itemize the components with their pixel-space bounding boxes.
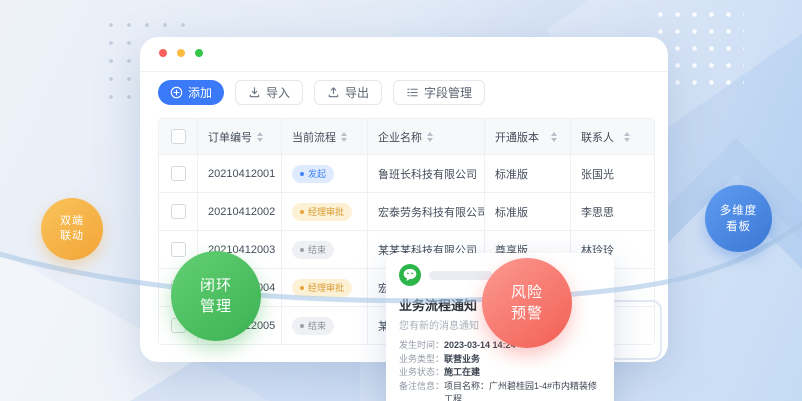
status-dot-icon bbox=[300, 210, 304, 214]
window-titlebar bbox=[159, 49, 203, 57]
select-all-cell bbox=[159, 119, 198, 154]
flow-cell: 结束 bbox=[282, 307, 368, 344]
list-icon bbox=[406, 86, 419, 99]
field-row-remark: 备注信息： 项目名称：广州碧桂园1-4#市内精装修工程 合同名称：广州碧桂园1-… bbox=[399, 380, 601, 401]
status-dot-icon bbox=[300, 172, 304, 176]
order-no-cell: 20210412002 bbox=[198, 193, 282, 230]
marketing-scene: 添加 导入 导出 字段管理 订单编号 当前流程 企业名称 开通版本 bbox=[0, 0, 802, 401]
table-row[interactable]: 20210412001 发起 鲁班长科技有限公司 标准版 张国光 bbox=[159, 155, 654, 193]
status-dot-icon bbox=[300, 324, 304, 328]
titlebar-divider bbox=[140, 71, 668, 72]
flow-status-badge: 经理审批 bbox=[292, 203, 352, 221]
feature-badge-dual-end-linkage: 双端 联动 bbox=[41, 198, 103, 260]
company-cell: 鲁班长科技有限公司 bbox=[368, 155, 485, 192]
flow-cell: 经理审批 bbox=[282, 193, 368, 230]
header-company-name[interactable]: 企业名称 bbox=[368, 119, 485, 154]
add-button[interactable]: 添加 bbox=[158, 80, 224, 105]
order-no-cell: 20210412001 bbox=[198, 155, 282, 192]
version-cell: 标准版 bbox=[485, 193, 571, 230]
header-current-flow[interactable]: 当前流程 bbox=[282, 119, 368, 154]
notification-fields: 发生时间： 2023-03-14 14:24 业务类型： 联营业务 业务状态： … bbox=[399, 339, 601, 401]
import-button-label: 导入 bbox=[266, 84, 290, 101]
feature-badge-closed-loop-management: 闭环 管理 bbox=[171, 251, 261, 341]
field-management-button-label: 字段管理 bbox=[424, 84, 472, 101]
status-dot-icon bbox=[300, 248, 304, 252]
window-minimize-button[interactable] bbox=[177, 49, 185, 57]
sort-icon bbox=[551, 132, 557, 142]
flow-cell: 结束 bbox=[282, 231, 368, 268]
company-cell: 宏泰劳务科技有限公司 bbox=[368, 193, 485, 230]
feature-badge-risk-warning: 风险 预警 bbox=[482, 258, 572, 348]
window-close-button[interactable] bbox=[159, 49, 167, 57]
row-checkbox[interactable] bbox=[171, 166, 186, 181]
flow-status-badge: 结束 bbox=[292, 241, 334, 259]
header-order-no[interactable]: 订单编号 bbox=[198, 119, 282, 154]
toolbar: 添加 导入 导出 字段管理 bbox=[158, 80, 485, 105]
plus-circle-icon bbox=[170, 86, 183, 99]
flow-status-badge: 结束 bbox=[292, 317, 334, 335]
status-dot-icon bbox=[300, 286, 304, 290]
contact-cell: 张国光 bbox=[571, 155, 654, 192]
feature-badge-multidimensional-dashboard: 多维度 看板 bbox=[705, 185, 772, 252]
table-header-row: 订单编号 当前流程 企业名称 开通版本 联系人 bbox=[159, 119, 654, 155]
add-button-label: 添加 bbox=[188, 84, 212, 101]
flow-cell: 发起 bbox=[282, 155, 368, 192]
export-icon bbox=[327, 86, 340, 99]
row-checkbox[interactable] bbox=[171, 242, 186, 257]
export-button-label: 导出 bbox=[345, 84, 369, 101]
flow-cell: 经理审批 bbox=[282, 269, 368, 306]
sort-icon bbox=[624, 132, 630, 142]
flow-status-badge: 发起 bbox=[292, 165, 334, 183]
sort-icon bbox=[257, 132, 263, 142]
select-all-checkbox[interactable] bbox=[171, 129, 186, 144]
contact-cell: 李思思 bbox=[571, 193, 654, 230]
import-button[interactable]: 导入 bbox=[235, 80, 303, 105]
field-row-status: 业务状态： 施工在建 bbox=[399, 366, 601, 380]
import-icon bbox=[248, 86, 261, 99]
window-zoom-button[interactable] bbox=[195, 49, 203, 57]
row-select-cell bbox=[159, 193, 198, 230]
header-contact[interactable]: 联系人 bbox=[571, 119, 654, 154]
field-row-type: 业务类型： 联营业务 bbox=[399, 353, 601, 367]
row-select-cell bbox=[159, 155, 198, 192]
remark-lines: 项目名称：广州碧桂园1-4#市内精装修工程 合同名称：广州碧桂园1-4#市内精装… bbox=[444, 380, 601, 401]
field-row-time: 发生时间： 2023-03-14 14:24 bbox=[399, 339, 601, 353]
sender-placeholder-bar bbox=[429, 271, 493, 280]
field-management-button[interactable]: 字段管理 bbox=[393, 80, 485, 105]
sort-icon bbox=[427, 132, 433, 142]
row-checkbox[interactable] bbox=[171, 204, 186, 219]
wechat-icon bbox=[399, 264, 421, 286]
export-button[interactable]: 导出 bbox=[314, 80, 382, 105]
version-cell: 标准版 bbox=[485, 155, 571, 192]
header-version[interactable]: 开通版本 bbox=[485, 119, 571, 154]
table-row[interactable]: 20210412002 经理审批 宏泰劳务科技有限公司 标准版 李思思 bbox=[159, 193, 654, 231]
flow-status-badge: 经理审批 bbox=[292, 279, 352, 297]
sort-icon bbox=[341, 132, 347, 142]
